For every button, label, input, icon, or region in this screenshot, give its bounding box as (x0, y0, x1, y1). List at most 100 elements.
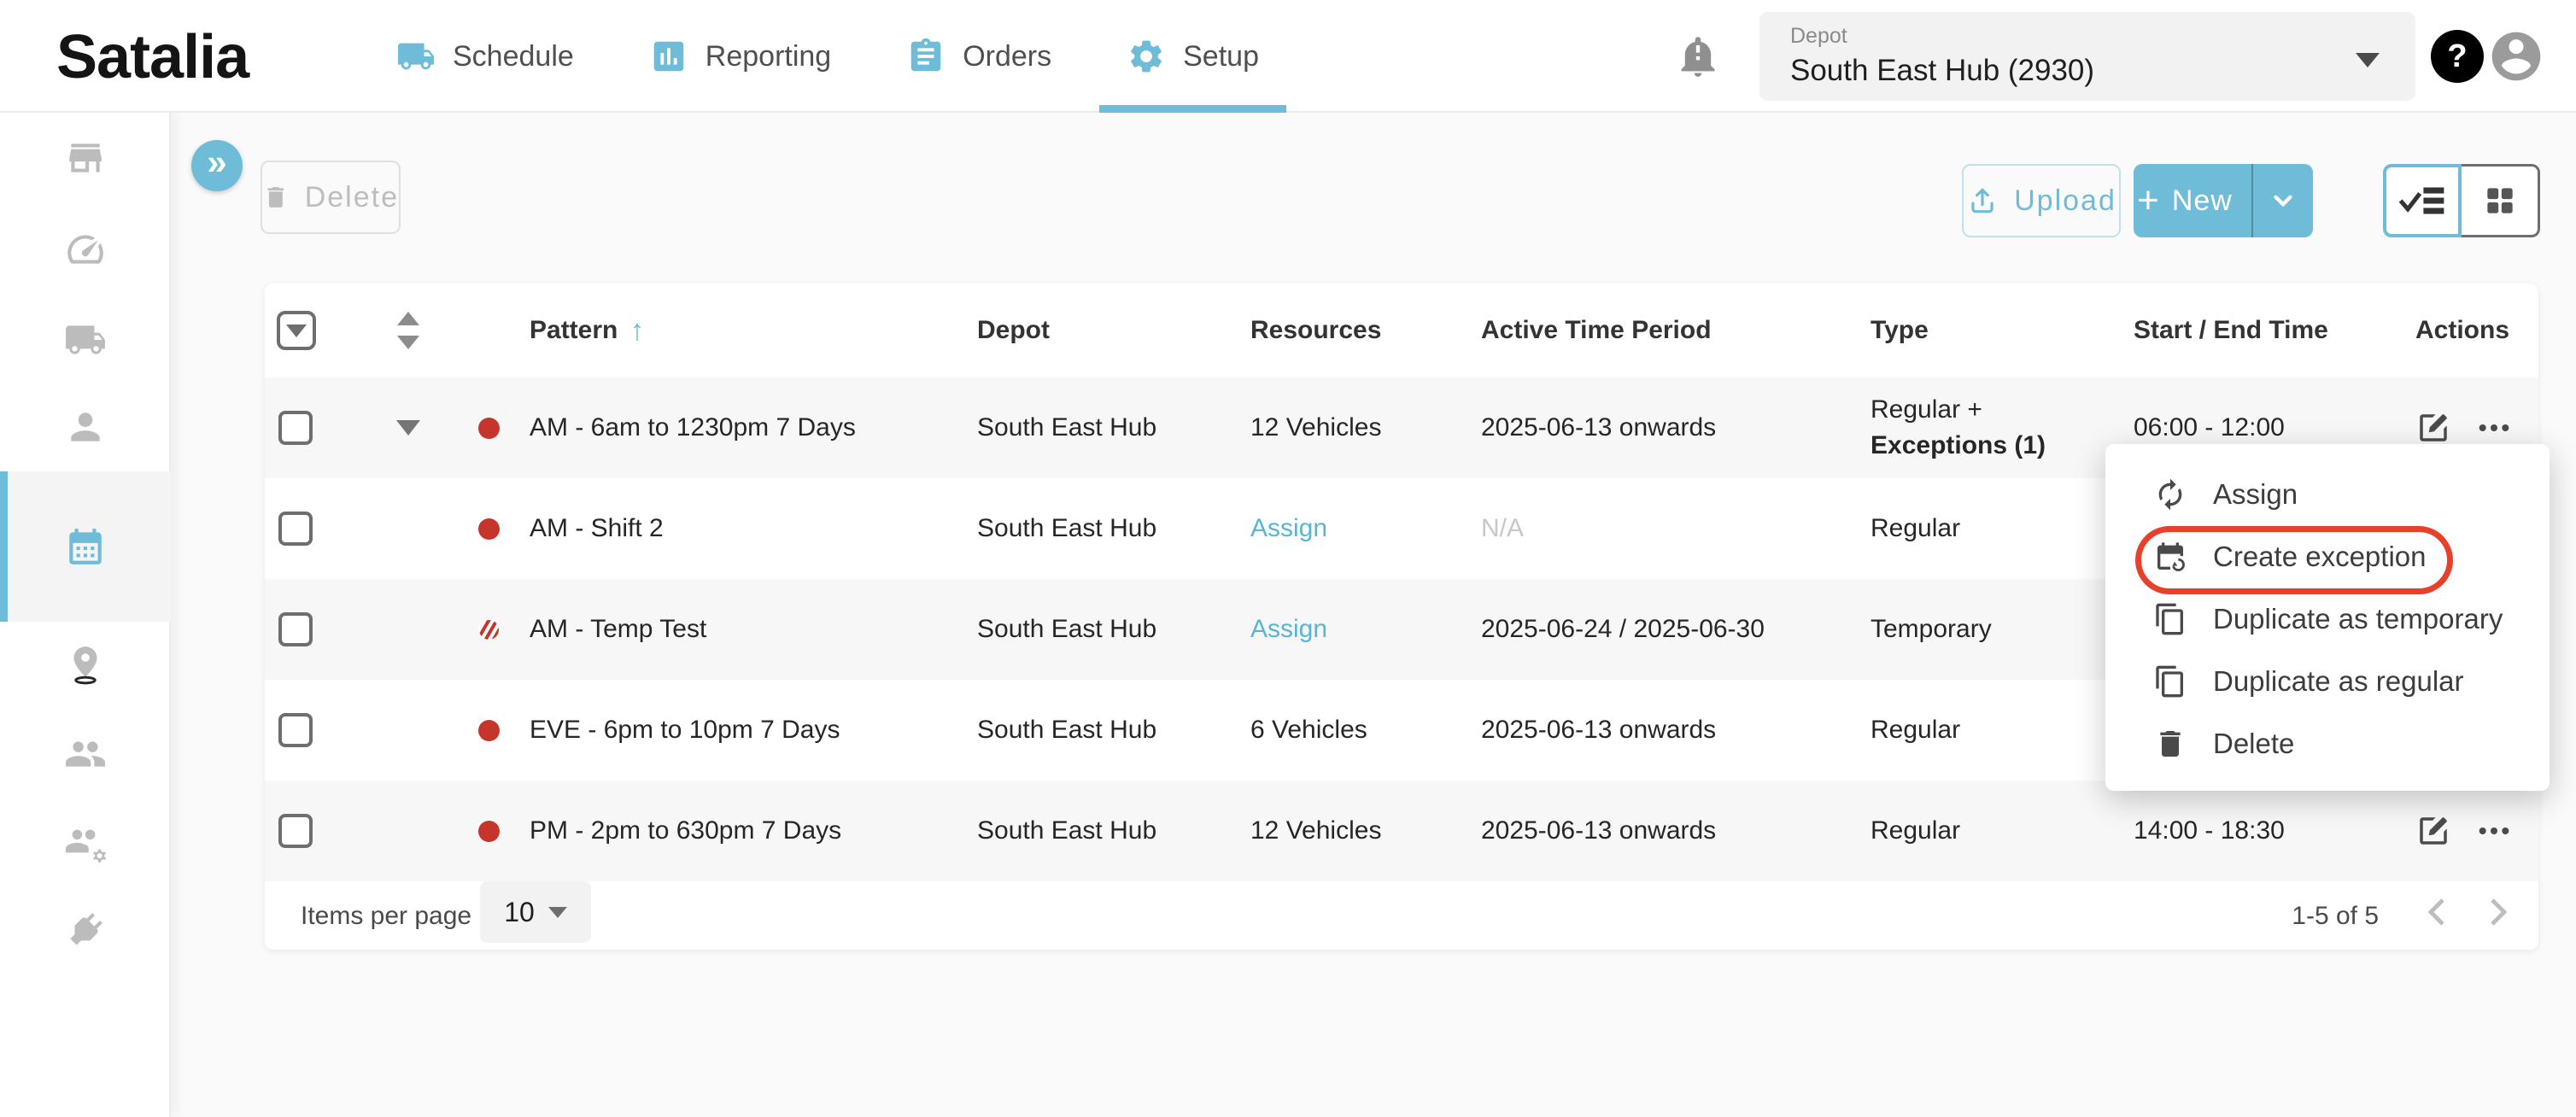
menu-item-assign[interactable]: Assign (2105, 463, 2550, 525)
resources-cell: 12 Vehicles (1250, 816, 1481, 845)
depot-value: South East Hub (2930) (1790, 54, 2385, 88)
nav-schedule[interactable]: Schedule (359, 0, 612, 113)
check-list-icon (2396, 181, 2449, 220)
menu-item-duplicate-as-temporary[interactable]: Duplicate as temporary (2105, 588, 2550, 650)
header-type[interactable]: Type (1871, 316, 2134, 345)
sync-icon (2153, 477, 2187, 512)
type-cell: Temporary (1871, 615, 2134, 644)
sidebar-item-dashboard speedometer-icon[interactable] (64, 228, 107, 271)
nav-reporting-label: Reporting (705, 40, 831, 73)
truck-icon (396, 37, 436, 76)
grid-icon (2481, 182, 2519, 219)
resources-cell: 6 Vehicles (1250, 716, 1481, 745)
next-page-button[interactable] (2477, 892, 2518, 933)
sidebar-active-bar (0, 471, 8, 622)
menu-item-label: Assign (2213, 478, 2298, 511)
help-button[interactable]: ? (2431, 30, 2484, 83)
header-depot[interactable]: Depot (977, 316, 1250, 345)
notification-bell-icon[interactable] (1676, 34, 1720, 79)
new-dropdown-button[interactable] (2251, 164, 2313, 237)
sort-ascending-icon: ↑ (629, 314, 644, 348)
period-cell: N/A (1481, 514, 1871, 543)
sidebar-item-user-management people-gear-icon[interactable] (64, 822, 107, 864)
edit-icon[interactable] (2415, 410, 2451, 446)
sidebar-item-shift-patterns calendar-icon[interactable] (64, 525, 107, 568)
header-pattern[interactable]: Pattern↑ (530, 314, 977, 348)
pattern-name[interactable]: AM - 6am to 1230pm 7 Days (530, 413, 977, 442)
depot-selector[interactable]: Depot South East Hub (2930) (1759, 12, 2415, 101)
type-cell: Regular +Exceptions (1) (1871, 392, 2134, 464)
expand-collapse-all-control[interactable] (397, 312, 419, 349)
row-checkbox[interactable] (278, 713, 313, 747)
row-menu-button[interactable] (2477, 411, 2511, 445)
depot-cell: South East Hub (977, 514, 1250, 543)
pattern-name[interactable]: PM - 2pm to 630pm 7 Days (530, 816, 977, 845)
row-checkbox[interactable] (278, 512, 313, 546)
menu-item-label: Duplicate as regular (2213, 665, 2464, 698)
delete-selected-button[interactable]: Delete (261, 161, 401, 234)
bar-chart-icon (649, 37, 688, 76)
row-checkbox[interactable] (278, 814, 313, 848)
nav-reporting[interactable]: Reporting (612, 0, 869, 113)
new-button[interactable]: + New (2134, 164, 2236, 237)
row-expander chevron-down-icon[interactable] (396, 420, 420, 436)
list-view-button[interactable] (2383, 164, 2462, 237)
period-cell: 2025-06-24 / 2025-06-30 (1481, 615, 1871, 644)
header-active-time-period[interactable]: Active Time Period (1481, 316, 1871, 345)
pattern-name[interactable]: AM - Shift 2 (530, 514, 977, 543)
status-dot-regular (478, 518, 500, 540)
status-dot-temporary (478, 619, 500, 640)
upload-icon (1966, 184, 1999, 217)
items-per-page-value: 10 (504, 897, 535, 928)
sidebar-item-teams people-icon[interactable] (64, 733, 107, 775)
chevron-right-icon (2477, 892, 2518, 933)
avatar[interactable] (2487, 27, 2545, 85)
items-per-page-select[interactable]: 10 (480, 881, 591, 943)
period-cell: 2025-06-13 onwards (1481, 816, 1871, 845)
row-context-menu: Assign Create exception Duplicate as tem… (2105, 444, 2550, 791)
select-all-checkbox[interactable] (277, 311, 316, 350)
new-button-label: New (2172, 184, 2233, 218)
sidebar (0, 113, 171, 1117)
depot-cell: South East Hub (977, 716, 1250, 745)
header-start-end-time[interactable]: Start / End Time (2134, 316, 2415, 345)
gear-icon (1127, 37, 1166, 76)
menu-item-duplicate-as-regular[interactable]: Duplicate as regular (2105, 650, 2550, 712)
chevron-down-icon (2269, 186, 2298, 215)
sidebar-item-depots store-icon[interactable] (64, 137, 107, 179)
row-checkbox[interactable] (278, 411, 313, 445)
chevron-down-icon (2356, 53, 2380, 67)
calendar-exception-icon (2153, 540, 2187, 574)
sidebar-item-locations map-pin-icon[interactable] (64, 643, 107, 686)
menu-item-delete[interactable]: Delete (2105, 712, 2550, 775)
time-cell: 14:00 - 18:30 (2134, 816, 2415, 845)
pattern-name[interactable]: EVE - 6pm to 10pm 7 Days (530, 716, 977, 745)
type-cell: Regular (1871, 716, 2134, 745)
nav-schedule-label: Schedule (453, 40, 574, 73)
sidebar-item-vehicles truck-icon[interactable] (64, 319, 107, 361)
triangle-down-icon (397, 336, 419, 349)
status-dot-regular (478, 720, 500, 741)
nav-orders[interactable]: Orders (869, 0, 1089, 113)
pattern-name[interactable]: AM - Temp Test (530, 615, 977, 644)
items-per-page-label: Items per page (301, 902, 471, 931)
assign-link[interactable]: Assign (1250, 615, 1327, 644)
edit-icon[interactable] (2415, 813, 2451, 849)
nav-setup[interactable]: Setup (1089, 0, 1297, 113)
time-cell: 06:00 - 12:00 (2134, 413, 2415, 442)
upload-button[interactable]: Upload (1962, 164, 2121, 237)
assign-link[interactable]: Assign (1250, 514, 1327, 543)
status-dot-regular (478, 418, 500, 439)
grid-view-button[interactable] (2462, 164, 2540, 237)
previous-page-button[interactable] (2417, 892, 2458, 933)
row-menu-button[interactable] (2477, 814, 2511, 848)
menu-item-create-exception[interactable]: Create exception (2105, 525, 2550, 588)
sidebar-item-drivers person-icon[interactable] (64, 406, 107, 448)
row-checkbox[interactable] (278, 612, 313, 646)
sidebar-item-integrations plug-icon[interactable] (64, 909, 107, 951)
depot-cell: South East Hub (977, 816, 1250, 845)
view-toggle (2383, 164, 2540, 237)
type-cell: Regular (1871, 514, 2134, 543)
header-resources[interactable]: Resources (1250, 316, 1481, 345)
sidebar-expand-button chevrons-right-icon[interactable]: » (191, 140, 243, 191)
